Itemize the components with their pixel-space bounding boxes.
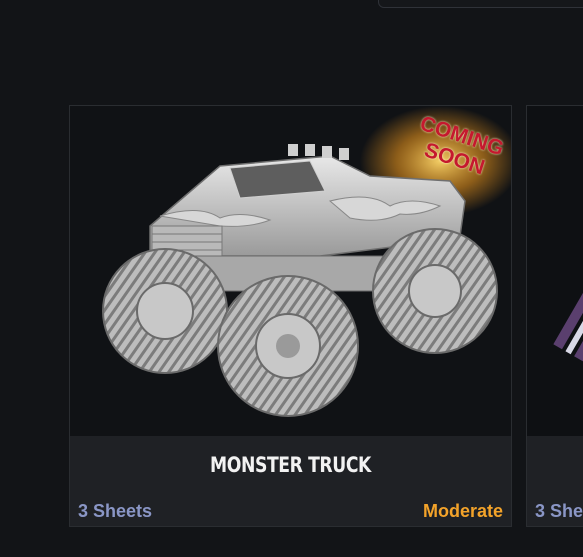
coming-soon-badge: COMING SOON [375,106,511,216]
sheets-count: 3 Sheets [78,501,153,521]
top-search-bar[interactable] [378,0,583,8]
product-card-next[interactable]: 3 She [526,105,583,527]
product-image[interactable]: COMING SOON [70,106,511,436]
striped-model-image [553,240,583,362]
product-card-monster-truck[interactable]: COMING SOON MONSTER TRUCK 3 Sheets Moder… [69,105,512,527]
difficulty-label: Moderate [422,501,503,521]
sheets-count: 3 She [535,501,583,521]
product-image[interactable] [527,106,583,436]
product-title[interactable]: MONSTER TRUCK [110,453,472,477]
product-grid-page: COMING SOON MONSTER TRUCK 3 Sheets Moder… [0,0,583,557]
